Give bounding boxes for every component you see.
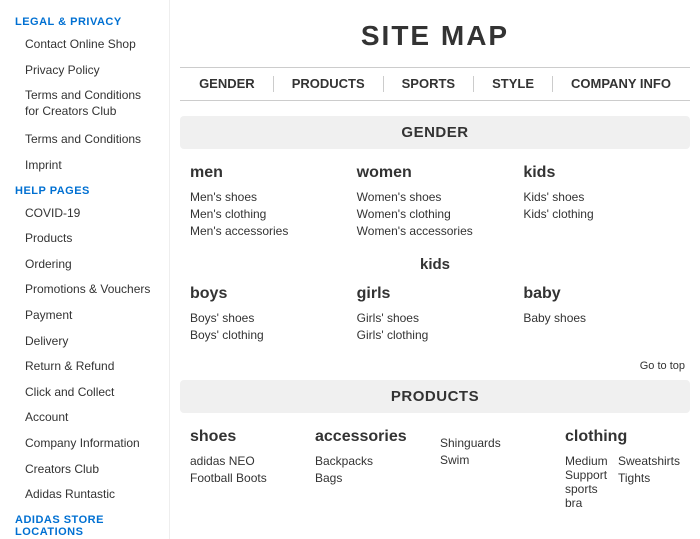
clothing-title: clothing — [565, 428, 680, 446]
sweatshirts[interactable]: Sweatshirts — [618, 454, 680, 468]
boys-clothing[interactable]: Boys' clothing — [190, 328, 347, 342]
gender-col-kids: kids Kids' shoes Kids' clothing — [523, 164, 680, 241]
sidebar: LEGAL & PRIVACY Contact Online Shop Priv… — [0, 0, 170, 539]
boys-shoes[interactable]: Boys' shoes — [190, 311, 347, 325]
kids-shoes[interactable]: Kids' shoes — [523, 190, 680, 204]
sidebar-item-click-collect[interactable]: Click and Collect — [0, 380, 169, 406]
shinguards[interactable]: Shinguards — [440, 436, 555, 450]
go-to-top[interactable]: Go to top — [180, 360, 690, 372]
mens-clothing[interactable]: Men's clothing — [190, 207, 347, 221]
girls-title: girls — [357, 285, 514, 303]
kids-clothing[interactable]: Kids' clothing — [523, 207, 680, 221]
gender-col-women: women Women's shoes Women's clothing Wom… — [357, 164, 514, 241]
sidebar-item-terms[interactable]: Terms and Conditions — [0, 127, 169, 153]
top-nav: GENDER PRODUCTS SPORTS STYLE COMPANY INF… — [180, 67, 690, 101]
products-section-label: PRODUCTS — [180, 380, 690, 413]
sidebar-help-pages-title: Help Pages — [0, 179, 169, 201]
nav-gender[interactable]: GENDER — [181, 76, 274, 92]
baby-title: baby — [523, 285, 680, 303]
nav-style[interactable]: STYLE — [474, 76, 553, 92]
backpacks[interactable]: Backpacks — [315, 454, 430, 468]
women-title: women — [357, 164, 514, 182]
kids-col-baby: baby Baby shoes — [523, 285, 680, 345]
kids-col-girls: girls Girls' shoes Girls' clothing — [357, 285, 514, 345]
nav-company-info[interactable]: COMPANY INFO — [553, 76, 689, 92]
adidas-neo[interactable]: adidas NEO — [190, 454, 305, 468]
girls-shoes[interactable]: Girls' shoes — [357, 311, 514, 325]
sidebar-item-privacy[interactable]: Privacy Policy — [0, 58, 169, 84]
bags[interactable]: Bags — [315, 471, 430, 485]
kids-col-boys: boys Boys' shoes Boys' clothing — [190, 285, 347, 345]
products-col-accessories: accessories Backpacks Bags — [315, 428, 430, 513]
products-grid: shoes adidas NEO Football Boots accessor… — [180, 428, 690, 513]
kids-title: kids — [523, 164, 680, 182]
sidebar-item-payment[interactable]: Payment — [0, 303, 169, 329]
baby-shoes[interactable]: Baby shoes — [523, 311, 680, 325]
girls-clothing[interactable]: Girls' clothing — [357, 328, 514, 342]
sidebar-item-company-info[interactable]: Company Information — [0, 431, 169, 457]
sidebar-item-imprint[interactable]: Imprint — [0, 153, 169, 179]
sidebar-item-adidas-runtastic[interactable]: Adidas Runtastic — [0, 482, 169, 508]
products-col-shoes: shoes adidas NEO Football Boots — [190, 428, 305, 513]
products-col-clothing: clothing Medium Support sports bra Sweat… — [565, 428, 680, 513]
kids-sub-grid: boys Boys' shoes Boys' clothing girls Gi… — [180, 285, 690, 345]
medium-support-sports-bra[interactable]: Medium Support sports bra — [565, 454, 608, 510]
womens-clothing[interactable]: Women's clothing — [357, 207, 514, 221]
gender-grid: men Men's shoes Men's clothing Men's acc… — [180, 164, 690, 241]
page-title: SITE MAP — [180, 0, 690, 67]
nav-sports[interactable]: SPORTS — [384, 76, 474, 92]
accessories-title: accessories — [315, 428, 430, 446]
products-col-other: Shinguards Swim — [440, 428, 555, 513]
womens-accessories[interactable]: Women's accessories — [357, 224, 514, 238]
mens-shoes[interactable]: Men's shoes — [190, 190, 347, 204]
sidebar-item-products[interactable]: Products — [0, 226, 169, 252]
gender-col-men: men Men's shoes Men's clothing Men's acc… — [190, 164, 347, 241]
sidebar-item-covid[interactable]: COVID-19 — [0, 201, 169, 227]
men-title: men — [190, 164, 347, 182]
football-boots[interactable]: Football Boots — [190, 471, 305, 485]
sidebar-item-creators-club[interactable]: Creators Club — [0, 457, 169, 483]
sidebar-item-delivery[interactable]: Delivery — [0, 329, 169, 355]
sidebar-item-ordering[interactable]: Ordering — [0, 252, 169, 278]
shoes-title: shoes — [190, 428, 305, 446]
sidebar-legal-privacy-title: LEGAL & PRIVACY — [0, 10, 169, 32]
mens-accessories[interactable]: Men's accessories — [190, 224, 347, 238]
sidebar-item-terms-creators[interactable]: Terms and Conditions for Creators Club — [0, 83, 169, 124]
sidebar-store-locations-title: ADIDAS STORE LOCATIONS — [0, 508, 169, 539]
sidebar-item-account[interactable]: Account — [0, 405, 169, 431]
kids-sub-title: kids — [180, 256, 690, 273]
gender-section-label: GENDER — [180, 116, 690, 149]
swim[interactable]: Swim — [440, 453, 555, 467]
sidebar-item-contact[interactable]: Contact Online Shop — [0, 32, 169, 58]
nav-products[interactable]: PRODUCTS — [274, 76, 384, 92]
tights[interactable]: Tights — [618, 471, 680, 485]
sidebar-item-return[interactable]: Return & Refund — [0, 354, 169, 380]
boys-title: boys — [190, 285, 347, 303]
womens-shoes[interactable]: Women's shoes — [357, 190, 514, 204]
sidebar-item-promotions[interactable]: Promotions & Vouchers — [0, 277, 169, 303]
main-content: SITE MAP GENDER PRODUCTS SPORTS STYLE CO… — [170, 0, 700, 539]
